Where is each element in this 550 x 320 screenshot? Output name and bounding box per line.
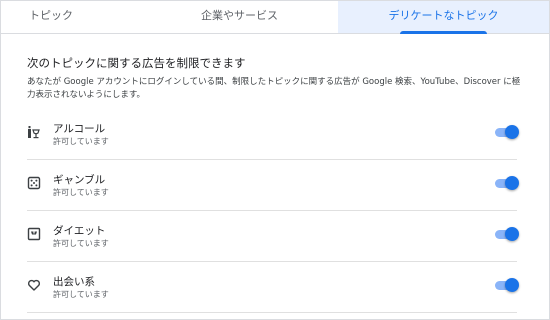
topic-row-gambling: ギャンブル 許可しています [27,159,519,211]
topic-name: 出会い系 [53,276,95,288]
tab-sensitive-topics-label: デリケートなトピック [388,9,499,22]
scale-icon [27,227,41,241]
topic-status: 許可しています [53,188,109,197]
tab-bar: トピック 企業やサービス デリケートなトピック [1,1,549,34]
active-tab-indicator [400,31,487,34]
toggle-knob [505,227,519,241]
section-description: あなたが Google アカウントにログインしている間、制限したトピックに関する… [27,77,521,100]
topic-toggle-diet[interactable] [495,227,519,241]
toggle-knob [505,278,519,292]
toggle-knob [505,176,519,190]
topic-row-dating: 出会い系 許可しています [27,261,519,313]
tab-companies-services[interactable]: 企業やサービス [141,1,338,33]
topic-status: 許可しています [53,290,109,299]
topic-name: ダイエット [53,225,106,237]
toggle-knob [505,125,519,139]
tab-topics[interactable]: トピック [1,1,141,33]
section-heading: 次のトピックに関する広告を制限できます [27,56,246,70]
dice-icon [27,176,41,190]
tab-sensitive-topics[interactable]: デリケートなトピック [338,1,549,34]
topic-status: 許可しています [53,137,109,146]
topic-toggle-alcohol[interactable] [495,125,519,139]
topic-name: ギャンブル [53,174,106,186]
topic-name: アルコール [53,123,106,135]
topic-toggle-gambling[interactable] [495,176,519,190]
topic-row-alcohol: アルコール 許可しています [27,108,519,160]
heart-icon [27,278,41,292]
topic-row-diet: ダイエット 許可しています [27,210,519,262]
alcohol-icon [27,125,41,139]
topic-toggle-dating[interactable] [495,278,519,292]
topic-status: 許可しています [53,239,109,248]
